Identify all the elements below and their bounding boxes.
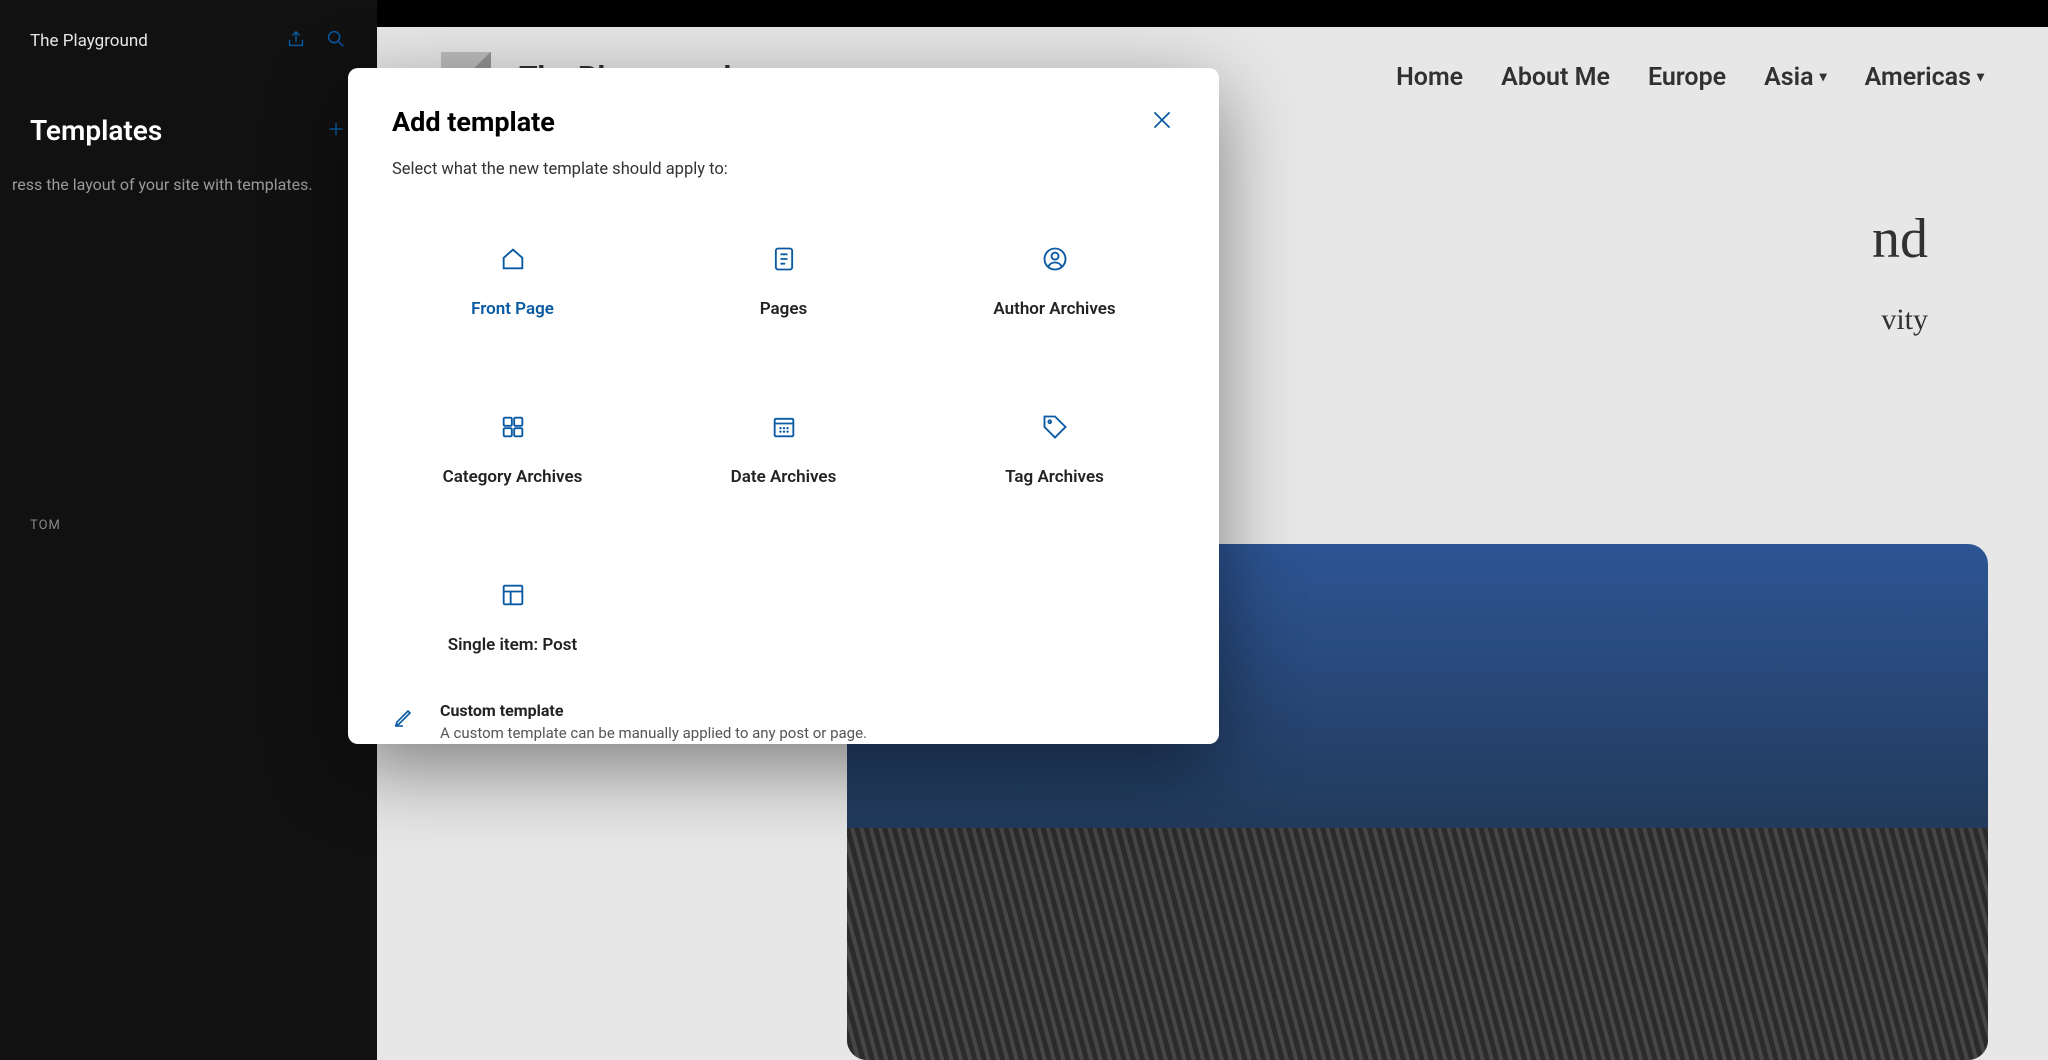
chevron-down-icon: ▾ [1977,69,1984,85]
nav-europe[interactable]: Europe [1648,63,1726,92]
share-icon[interactable] [285,28,307,54]
layout-icon [499,581,527,613]
template-option-single-post[interactable]: Single item: Post [392,553,633,683]
list-item[interactable] [30,236,347,277]
custom-section-heading: TOM [30,482,347,544]
template-option-author-archives[interactable]: Author Archives [934,217,1175,347]
list-item[interactable] [30,667,347,708]
hero-subline: vity [1872,303,1928,337]
tag-icon [1041,413,1069,445]
list-item[interactable] [30,277,347,318]
modal-title: Add template [392,106,555,138]
nav-about[interactable]: About Me [1501,63,1610,92]
grid-icon [499,413,527,445]
template-label: Author Archives [993,299,1115,319]
custom-template-title: Custom template [440,701,867,720]
template-label: Front Page [471,299,554,319]
person-icon [1041,245,1069,277]
close-icon[interactable] [1149,107,1175,137]
template-option-pages[interactable]: Pages [663,217,904,347]
nav-asia[interactable]: Asia▾ [1764,63,1827,92]
template-list: TOM [30,236,347,708]
editor-sidebar: The Playground Templates ress the layout… [0,0,377,1060]
page-icon [770,245,798,277]
list-item[interactable] [30,359,347,400]
custom-template-row[interactable]: Custom template A custom template can be… [392,683,1175,742]
primary-nav: Home About Me Europe Asia▾ Americas▾ [1396,63,1984,92]
list-item[interactable] [30,400,347,441]
custom-template-desc: A custom template can be manually applie… [440,724,867,742]
template-label: Pages [760,299,808,319]
template-grid: Front Page Pages Author Archives Categor… [392,217,1175,683]
template-option-tag-archives[interactable]: Tag Archives [934,385,1175,515]
site-name[interactable]: The Playground [30,31,148,51]
add-template-icon[interactable] [325,118,347,144]
template-label: Single item: Post [448,635,578,655]
templates-description: ress the layout of your site with templa… [12,175,347,194]
calendar-icon [770,413,798,445]
template-option-front-page[interactable]: Front Page [392,217,633,347]
nav-americas[interactable]: Americas▾ [1865,63,1984,92]
template-option-date-archives[interactable]: Date Archives [663,385,904,515]
list-item[interactable] [30,585,347,626]
list-item[interactable] [30,544,347,585]
template-label: Category Archives [443,467,583,487]
hero-headline: nd [1872,207,1928,271]
search-icon[interactable] [325,28,347,54]
sidebar-top-row: The Playground [30,28,347,54]
template-label: Tag Archives [1005,467,1104,487]
template-option-category-archives[interactable]: Category Archives [392,385,633,515]
home-icon [499,245,527,277]
template-label: Date Archives [731,467,837,487]
list-item[interactable] [30,318,347,359]
list-item[interactable] [30,626,347,667]
chevron-down-icon: ▾ [1820,69,1827,85]
list-item[interactable] [30,441,347,482]
modal-subtitle: Select what the new template should appl… [392,160,1175,179]
add-template-modal: Add template Select what the new templat… [348,68,1219,744]
pencil-icon [392,701,416,733]
hero-text: nd vity [1872,207,1928,337]
nav-home[interactable]: Home [1396,63,1463,92]
templates-heading: Templates [30,114,162,147]
